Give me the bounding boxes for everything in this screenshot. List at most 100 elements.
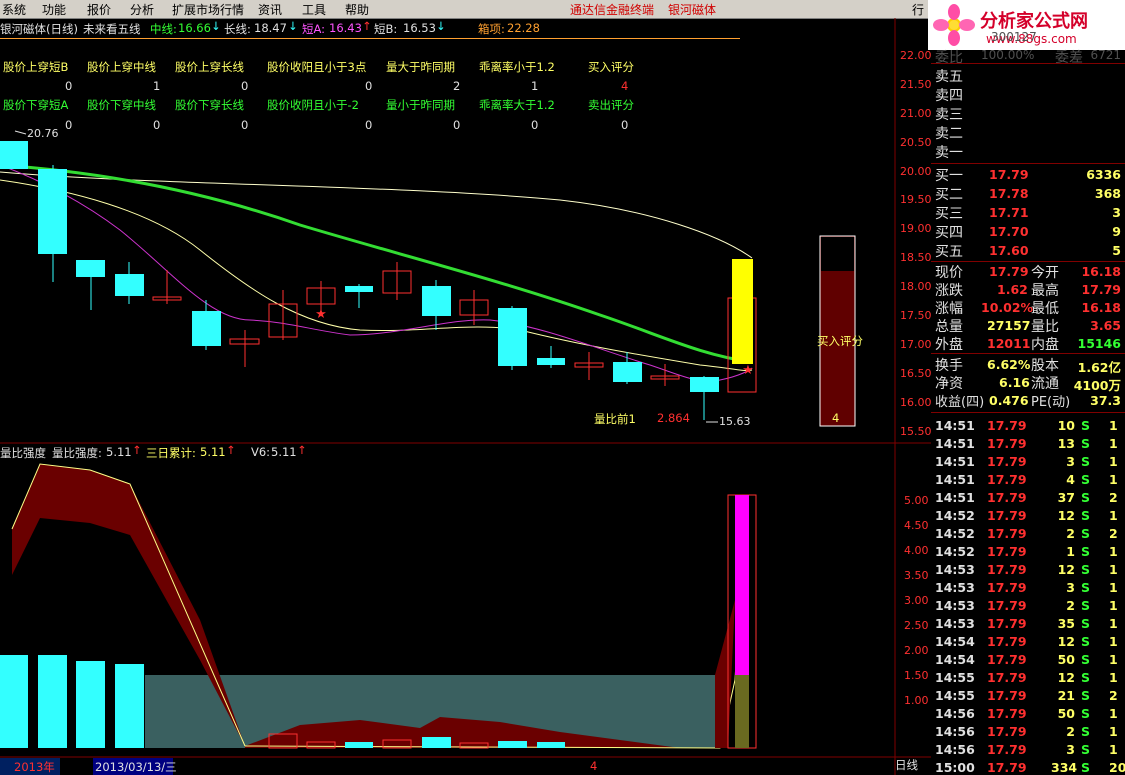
bid2-label: 买二 xyxy=(935,187,963,203)
year-label: 2013年 xyxy=(14,760,55,774)
axis-tick: 15.50 xyxy=(900,425,932,438)
candle xyxy=(76,260,105,277)
tick-volume: 2 xyxy=(1066,526,1075,541)
axis-tick: 20.00 xyxy=(900,165,932,178)
tick-volume: 37 xyxy=(1057,490,1075,505)
tick-time: 14:52 xyxy=(935,544,975,559)
stat-label: 总量 xyxy=(935,319,963,335)
tick-price: 17.79 xyxy=(987,454,1027,469)
stat-value: 1.62 xyxy=(997,282,1028,297)
stat-value: 12011 xyxy=(987,336,1031,351)
tick-side: S xyxy=(1081,634,1091,649)
candle xyxy=(613,362,642,382)
year-tab[interactable]: 2013年 xyxy=(0,758,60,775)
date-cursor-tab[interactable]: 2013/03/13/三 xyxy=(93,758,177,775)
axis-tick: 17.00 xyxy=(900,338,932,351)
axis-tick: 19.50 xyxy=(900,193,932,206)
tick-side: S xyxy=(1081,598,1091,613)
stock-code-faint: 300127 xyxy=(991,30,1037,44)
up-arrow-icon: ↑ xyxy=(226,443,236,457)
tick-count: 1 xyxy=(1109,472,1118,487)
axis-tick: 2.00 xyxy=(904,644,929,657)
volume-bar xyxy=(498,741,527,748)
main-chart[interactable]: ★ ★ xyxy=(0,0,931,775)
tick-volume: 2 xyxy=(1066,724,1075,739)
weibi-label: 委比 xyxy=(935,50,963,66)
three-day-value: 5.11 xyxy=(200,445,226,459)
volume-bar xyxy=(537,742,565,748)
tick-volume: 3 xyxy=(1066,580,1075,595)
tick-side: S xyxy=(1081,580,1091,595)
axis-tick: 22.00 xyxy=(900,49,932,62)
volume-ratio-value: 2.864 xyxy=(657,411,690,425)
stat-label: 涨跌 xyxy=(935,283,963,299)
stat-label: 涨幅 xyxy=(935,301,963,317)
tick-price: 17.79 xyxy=(987,598,1027,613)
tick-side: S xyxy=(1081,526,1091,541)
tick-volume: 12 xyxy=(1057,670,1075,685)
stat-value: 17.79 xyxy=(1081,282,1121,297)
tick-side: S xyxy=(1081,706,1091,721)
tick-time: 14:53 xyxy=(935,616,975,631)
bid5-price: 17.60 xyxy=(989,243,1029,258)
axis-tick: 19.00 xyxy=(900,222,932,235)
bid1-volume: 6336 xyxy=(1086,167,1121,182)
strength-tail-area xyxy=(715,600,735,748)
shortA-line xyxy=(0,164,753,382)
stat-label: 收益(四) xyxy=(935,395,985,410)
volume-bar xyxy=(345,742,373,748)
shortB-line xyxy=(0,179,753,371)
tick-price: 17.79 xyxy=(987,508,1027,523)
bid1-price: 17.79 xyxy=(989,167,1029,182)
stat-value: 10.02% xyxy=(981,300,1034,315)
stat-value: 16.18 xyxy=(1081,264,1121,279)
tick-time: 14:56 xyxy=(935,742,975,757)
candle xyxy=(537,358,565,365)
axis-tick: 1.00 xyxy=(904,694,929,707)
tick-count: 1 xyxy=(1109,742,1118,757)
tick-volume: 10 xyxy=(1057,418,1075,433)
strength-value: 5.11 xyxy=(106,445,132,459)
stat-value: 27157 xyxy=(987,318,1031,333)
buy-score-empty xyxy=(821,237,854,271)
tick-count: 1 xyxy=(1109,508,1118,523)
candle xyxy=(422,286,451,316)
tick-side: S xyxy=(1081,742,1091,757)
tick-side: S xyxy=(1081,562,1091,577)
quote-panel: 300127 委比 100.00% 委差 6721 卖五 卖四 卖三 卖二 卖一… xyxy=(931,30,1125,775)
volume-bar xyxy=(0,655,28,748)
tick-price: 17.79 xyxy=(987,724,1027,739)
bid1-label: 买一 xyxy=(935,168,963,184)
lower-pane-title: 量比强度 xyxy=(0,446,46,460)
volume-bar xyxy=(422,737,451,748)
axis-tick: 4.50 xyxy=(904,519,929,532)
tick-time: 14:53 xyxy=(935,598,975,613)
tick-count: 2 xyxy=(1109,490,1118,505)
tick-volume: 4 xyxy=(1066,472,1075,487)
lower-chart xyxy=(0,463,757,749)
tick-price: 17.79 xyxy=(987,580,1027,595)
stat-label: 量比 xyxy=(1031,319,1059,335)
axis-tick: 21.00 xyxy=(900,107,932,120)
buy-score-label: 买入评分 xyxy=(817,334,863,348)
tick-price: 17.79 xyxy=(987,634,1027,649)
tick-time: 14:55 xyxy=(935,670,975,685)
tick-price: 17.79 xyxy=(987,742,1027,757)
tick-side: S xyxy=(1081,760,1091,775)
panel-divider xyxy=(931,353,1125,354)
tick-count: 1 xyxy=(1109,634,1118,649)
tick-side: S xyxy=(1081,454,1091,469)
period-label[interactable]: 日线 xyxy=(895,757,918,773)
tick-count: 1 xyxy=(1109,454,1118,469)
tick-price: 17.79 xyxy=(987,526,1027,541)
ask1-label: 卖一 xyxy=(935,145,963,161)
flower-logo-icon xyxy=(933,4,975,46)
bid4-volume: 9 xyxy=(1112,224,1121,239)
tick-time: 15:00 xyxy=(935,760,975,775)
axis-tick: 4.00 xyxy=(904,544,929,557)
tick-price: 17.79 xyxy=(987,670,1027,685)
tick-side: S xyxy=(1081,436,1091,451)
tick-volume: 21 xyxy=(1057,688,1075,703)
axis-tick: 16.00 xyxy=(900,396,932,409)
tick-price: 17.79 xyxy=(987,760,1027,775)
